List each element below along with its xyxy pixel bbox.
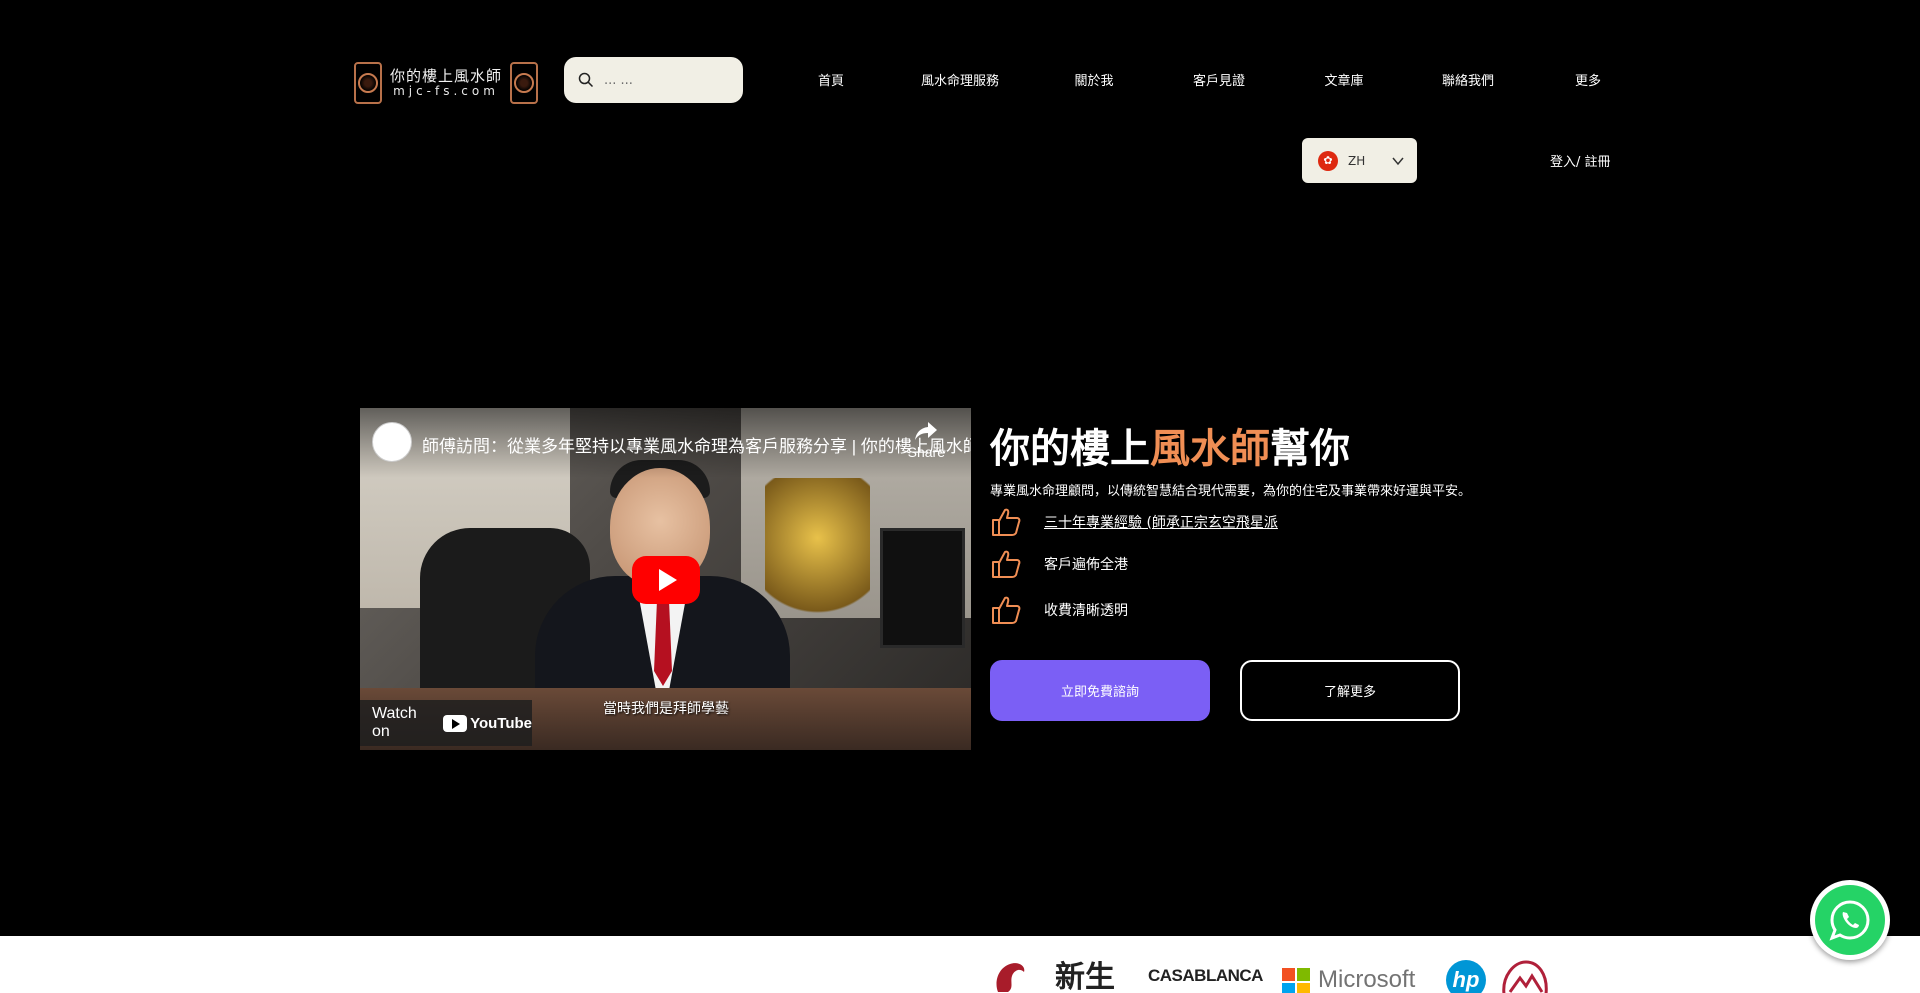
share-icon [915, 422, 938, 440]
thumbs-up-icon [992, 550, 1021, 578]
dragon-logo-icon [996, 963, 1025, 992]
main-nav: 首頁 風水命理服務 關於我 客戶見證 文章庫 聯絡我們 更多 [0, 70, 1920, 90]
video-subtitle: 當時我們是拜師學藝 [603, 701, 729, 717]
mountain-logo-icon [1502, 960, 1548, 993]
brand-logo-hp: hp [1452, 967, 1480, 992]
youtube-logo-icon: YouTube [443, 714, 532, 732]
share-label: Share [907, 444, 945, 460]
client-logo-strip: 新生 CASABLANCA Microsoft hp [0, 936, 1920, 993]
headline-part-2: 幫你 [1270, 425, 1350, 472]
video-title[interactable]: 師傅訪問：從業多年堅持以專業風水命理為客戶服務分享 | 你的樓上風水師 mjc-… [422, 432, 971, 457]
whatsapp-button[interactable] [1810, 880, 1890, 960]
hero-headline: 你的樓上風水師幫你 [990, 416, 1350, 474]
video-frame-gold-ornament [765, 478, 870, 628]
thumbs-up-icon [992, 596, 1021, 624]
nav-item-articles[interactable]: 文章庫 [1324, 70, 1363, 89]
headline-accent: 風水師 [1150, 425, 1270, 472]
hero-subline: 專業風水命理顧問，以傳統智慧結合現代需要，為你的住宅及事業帶來好運與平安。 [990, 484, 1472, 499]
feature-item-3: 收費清晰透明 [990, 594, 1128, 626]
feature-item-2: 客戶遍佈全港 [990, 548, 1128, 580]
feature-item-1: 三十年專業經驗 (師承正宗玄空飛星派 [990, 506, 1278, 538]
feature-text-3: 收費清晰透明 [1044, 603, 1128, 619]
language-selector[interactable]: ✿ ZH [1302, 138, 1417, 183]
thumbs-up-icon [992, 508, 1021, 536]
channel-avatar[interactable] [372, 422, 412, 462]
brand-logo-sansheng: 新生 [1055, 960, 1115, 993]
whatsapp-icon [1815, 885, 1885, 955]
feature-text-1[interactable]: 三十年專業經驗 (師承正宗玄空飛星派 [1044, 512, 1278, 532]
language-code: ZH [1348, 153, 1366, 168]
watch-label: Watch on [372, 705, 417, 740]
brand-logo-casablanca: CASABLANCA [1148, 966, 1263, 985]
youtube-video-embed[interactable]: 師傅訪問：從業多年堅持以專業風水命理為客戶服務分享 | 你的樓上風水師 mjc-… [360, 408, 971, 750]
watch-on-youtube-button[interactable]: Watch on YouTube [360, 700, 532, 746]
share-button[interactable]: Share [908, 422, 945, 460]
microsoft-logo-icon [1282, 968, 1310, 993]
nav-item-more[interactable]: 更多 [1575, 70, 1601, 89]
hp-logo-icon: hp [1446, 960, 1486, 993]
login-link[interactable]: 登入/ 註冊 [1550, 151, 1611, 170]
headline-part-1: 你的樓上 [990, 425, 1150, 472]
play-icon [659, 569, 677, 591]
youtube-label: YouTube [470, 714, 532, 732]
chevron-down-icon [1392, 157, 1404, 165]
nav-item-services[interactable]: 風水命理服務 [921, 70, 999, 89]
video-frame-monitor [880, 528, 965, 648]
learn-more-button[interactable]: 了解更多 [1240, 660, 1460, 721]
nav-item-testimonials[interactable]: 客戶見證 [1193, 70, 1245, 89]
hong-kong-flag-icon: ✿ [1318, 150, 1338, 171]
nav-item-about[interactable]: 關於我 [1074, 70, 1113, 89]
nav-item-contact[interactable]: 聯絡我們 [1442, 70, 1494, 89]
play-button[interactable] [632, 556, 700, 604]
feature-text-2: 客戶遍佈全港 [1044, 557, 1128, 573]
brand-logo-microsoft: Microsoft [1318, 966, 1416, 993]
nav-item-home[interactable]: 首頁 [818, 70, 844, 89]
free-consultation-button[interactable]: 立即免費諮詢 [990, 660, 1210, 721]
